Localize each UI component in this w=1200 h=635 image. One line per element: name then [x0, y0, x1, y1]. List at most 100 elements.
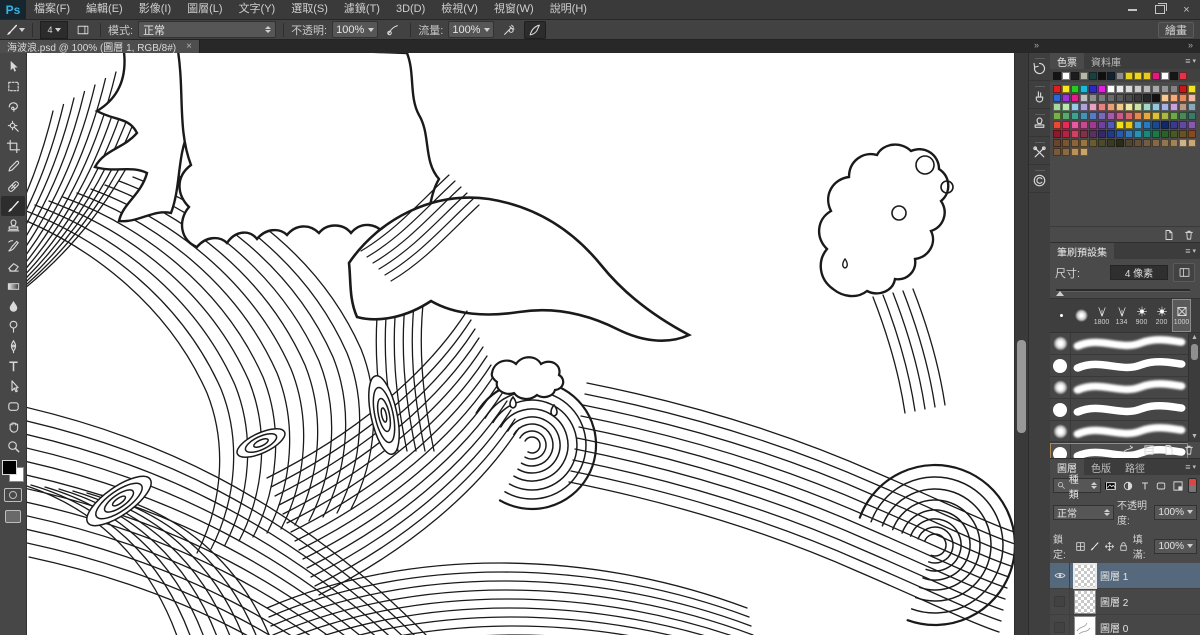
brush-tip-r1[interactable] — [1072, 299, 1091, 332]
color-swatch[interactable] — [1179, 94, 1187, 102]
brush-preset-row[interactable] — [1050, 421, 1188, 443]
color-swatch[interactable] — [1053, 94, 1061, 102]
color-swatch[interactable] — [1098, 130, 1106, 138]
color-swatch[interactable] — [1080, 130, 1088, 138]
tool-preset-picker[interactable] — [5, 22, 25, 38]
color-swatch[interactable] — [1053, 148, 1061, 156]
close-button[interactable]: × — [1173, 0, 1200, 19]
color-swatch[interactable] — [1089, 130, 1097, 138]
color-swatch[interactable] — [1161, 94, 1169, 102]
marquee-tool[interactable] — [1, 76, 25, 96]
opacity-pressure-button[interactable] — [383, 22, 403, 38]
lock-position-icon[interactable] — [1104, 539, 1116, 553]
color-swatch[interactable] — [1188, 94, 1196, 102]
recent-swatch[interactable] — [1143, 72, 1151, 80]
menu-6[interactable]: 選取(S) — [283, 0, 336, 19]
new-swatch-icon[interactable] — [1163, 229, 1175, 241]
color-swatch[interactable] — [1062, 139, 1070, 147]
color-swatch[interactable] — [1116, 121, 1124, 129]
toggle-brush-panel-button[interactable] — [73, 22, 93, 38]
tab-brush-presets[interactable]: 筆刷預設集 — [1050, 243, 1114, 259]
layer-visibility-toggle[interactable] — [1050, 615, 1070, 635]
gradient-tool[interactable] — [1, 276, 25, 296]
color-swatch[interactable] — [1161, 103, 1169, 111]
color-swatch[interactable] — [1170, 139, 1178, 147]
color-swatch[interactable] — [1179, 85, 1187, 93]
color-swatch[interactable] — [1071, 112, 1079, 120]
brush-tool[interactable] — [1, 196, 25, 216]
flow-select[interactable]: 100% — [448, 21, 494, 38]
color-swatch[interactable] — [1080, 94, 1088, 102]
color-swatch[interactable] — [1089, 103, 1097, 111]
brush-tip-200[interactable]: 200 — [1152, 299, 1171, 332]
blend-mode-select[interactable]: 正常 — [138, 21, 276, 38]
layer-visibility-toggle[interactable] — [1050, 563, 1070, 588]
creative-cloud-panel-button[interactable] — [1029, 165, 1050, 193]
color-swatch[interactable] — [1134, 130, 1142, 138]
color-swatch[interactable] — [1089, 139, 1097, 147]
stroke-preview-toggle-icon[interactable] — [1121, 444, 1135, 456]
color-swatch[interactable] — [1116, 94, 1124, 102]
delete-brush-icon[interactable] — [1183, 444, 1195, 456]
restore-button[interactable] — [1146, 0, 1173, 19]
eraser-tool[interactable] — [1, 256, 25, 276]
color-swatch[interactable] — [1116, 112, 1124, 120]
color-swatch[interactable] — [1107, 130, 1115, 138]
color-swatch[interactable] — [1098, 112, 1106, 120]
filter-toggle-switch[interactable] — [1188, 478, 1197, 493]
history-panel-button[interactable] — [1029, 53, 1050, 81]
brush-tip-1800[interactable]: 1800 — [1092, 299, 1111, 332]
color-swatch[interactable] — [1080, 139, 1088, 147]
collapse-dock-icon[interactable]: » — [1034, 41, 1039, 50]
quick-select-tool[interactable] — [1, 116, 25, 136]
open-preset-manager-icon[interactable] — [1143, 444, 1155, 456]
color-swatch[interactable] — [1170, 130, 1178, 138]
color-swatch[interactable] — [1134, 85, 1142, 93]
color-swatch[interactable] — [1062, 148, 1070, 156]
color-swatch[interactable] — [1053, 139, 1061, 147]
brush-preset-row[interactable] — [1050, 333, 1188, 355]
color-swatch[interactable] — [1071, 94, 1079, 102]
color-swatch[interactable] — [1053, 85, 1061, 93]
menu-11[interactable]: 說明(H) — [542, 0, 595, 19]
layer-name[interactable]: 圖層 1 — [1100, 568, 1128, 583]
color-swatch[interactable] — [1170, 103, 1178, 111]
delete-swatch-icon[interactable] — [1183, 229, 1195, 241]
layer-thumbnail[interactable] — [1075, 617, 1095, 635]
close-tab-icon[interactable]: × — [186, 41, 192, 52]
brush-preset-row[interactable] — [1050, 355, 1188, 377]
color-swatch[interactable] — [1143, 85, 1151, 93]
color-swatch[interactable] — [1062, 103, 1070, 111]
screen-mode-button[interactable] — [5, 510, 21, 523]
layer-name[interactable]: 圖層 2 — [1100, 594, 1128, 609]
color-swatch[interactable] — [1062, 94, 1070, 102]
color-swatch[interactable] — [1152, 121, 1160, 129]
menu-5[interactable]: 文字(Y) — [231, 0, 284, 19]
color-swatch[interactable] — [1143, 112, 1151, 120]
color-swatch[interactable] — [1071, 139, 1079, 147]
recent-swatch[interactable] — [1161, 72, 1169, 80]
airbrush-button[interactable] — [499, 22, 519, 38]
color-swatch[interactable] — [1152, 94, 1160, 102]
layer-row-2[interactable]: 圖層 2 — [1050, 589, 1200, 615]
color-swatch[interactable] — [1089, 94, 1097, 102]
scroll-up-icon[interactable]: ▲ — [1191, 333, 1198, 342]
color-swatch[interactable] — [1107, 112, 1115, 120]
layer-row-3[interactable]: 圖層 0 — [1050, 615, 1200, 635]
filter-kind-select[interactable]: 種類 — [1053, 478, 1101, 493]
shape-tool[interactable] — [1, 396, 25, 416]
color-swatch[interactable] — [1161, 121, 1169, 129]
color-swatch[interactable] — [1089, 85, 1097, 93]
brushes-panel-button[interactable] — [1029, 81, 1050, 109]
color-swatch[interactable] — [1107, 103, 1115, 111]
color-swatch[interactable] — [1143, 94, 1151, 102]
layer-blend-select[interactable]: 正常 — [1053, 505, 1114, 520]
panel-menu-icon[interactable]: ≡▾ — [1185, 53, 1200, 69]
type-tool[interactable] — [1, 356, 25, 376]
color-swatch[interactable] — [1080, 121, 1088, 129]
new-brush-icon[interactable] — [1163, 444, 1175, 456]
color-swatch[interactable] — [1062, 85, 1070, 93]
color-swatch[interactable] — [1053, 103, 1061, 111]
color-swatch[interactable] — [1125, 94, 1133, 102]
color-swatch[interactable] — [1143, 130, 1151, 138]
